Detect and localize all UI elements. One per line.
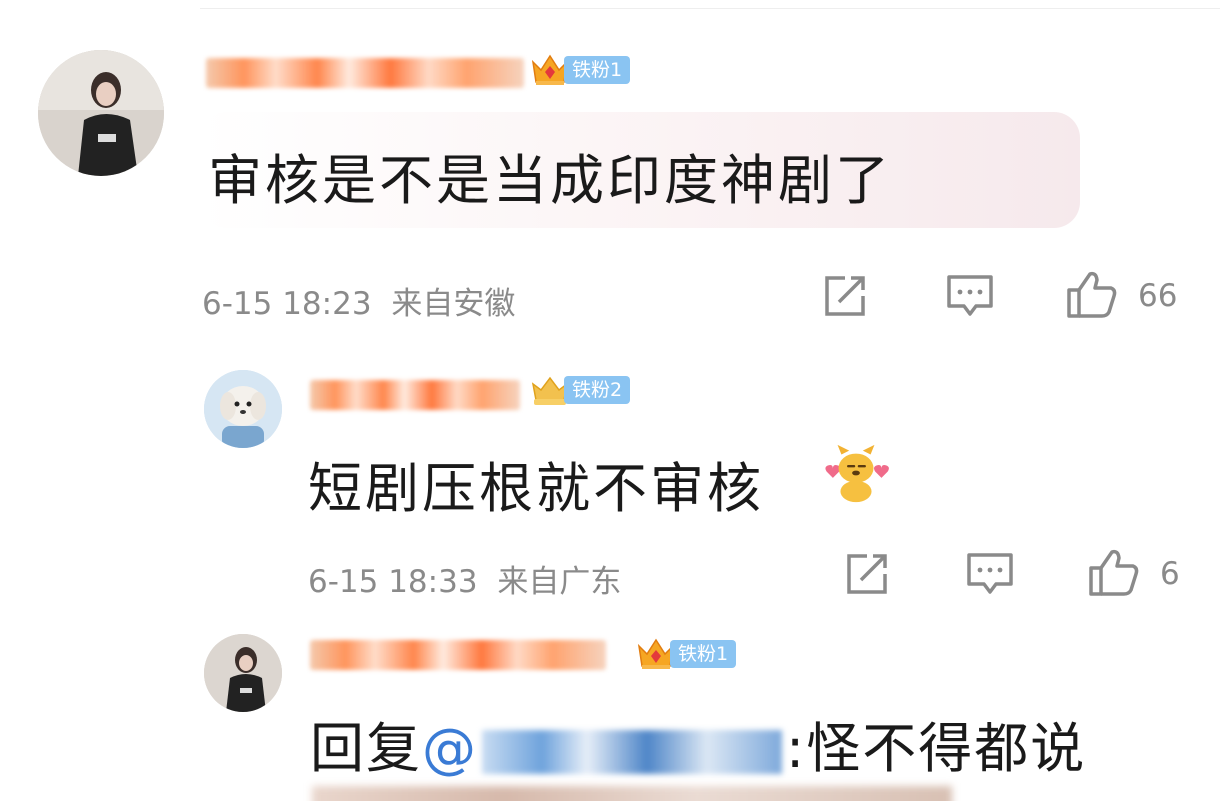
avatar[interactable] — [204, 634, 282, 712]
mention-link[interactable]: @ — [422, 717, 786, 780]
thumbs-up-icon[interactable] — [1088, 548, 1140, 598]
timestamp: 6-15 18:23 — [202, 286, 372, 322]
fan-badge[interactable]: 铁粉1 — [530, 52, 631, 88]
avatar-photo — [204, 370, 282, 448]
overflow-text-blurred — [312, 786, 952, 801]
comment-timestamp: 6-15 18:23 来自安徽 — [202, 278, 515, 323]
location: 来自安徽 — [391, 286, 516, 322]
comment-icon[interactable] — [946, 274, 994, 320]
dog-hearts-emoji — [825, 444, 889, 503]
username-blurred[interactable] — [310, 380, 520, 410]
divider — [200, 8, 1220, 9]
like-count: 6 — [1160, 556, 1180, 592]
comment-text: 审核是不是当成印度神剧了 — [208, 149, 892, 212]
comment-icon[interactable] — [966, 552, 1014, 598]
timestamp: 6-15 18:33 — [308, 564, 478, 600]
comment-text-body: 短剧压根就不审核 — [308, 457, 764, 520]
thumbs-up-icon[interactable] — [1066, 270, 1118, 320]
badge-label: 铁粉1 — [564, 56, 631, 84]
comment-timestamp: 6-15 18:33 来自广东 — [308, 556, 621, 601]
comment-thread: 铁粉1 审核是不是当成印度神剧了 6-15 18:23 来自安徽 66 铁粉2 … — [0, 0, 1220, 801]
like-count: 66 — [1138, 278, 1178, 314]
mention-at: @ — [422, 717, 478, 780]
mention-name-blurred — [482, 730, 782, 775]
avatar-photo — [204, 634, 282, 712]
username-blurred[interactable] — [206, 58, 524, 88]
fan-badge[interactable]: 铁粉1 — [636, 636, 737, 672]
share-icon[interactable] — [822, 274, 868, 318]
reply-prefix: 回复 — [310, 717, 422, 780]
reply-text: :怪不得都说 — [786, 717, 1087, 780]
badge-label: 铁粉1 — [670, 640, 737, 668]
avatar[interactable] — [38, 50, 164, 176]
comment-text: 回复@ :怪不得都说 — [310, 704, 1086, 783]
avatar-photo — [38, 50, 164, 176]
badge-label: 铁粉2 — [564, 376, 631, 404]
fan-badge[interactable]: 铁粉2 — [530, 372, 631, 408]
avatar[interactable] — [204, 370, 282, 448]
comment-text: 短剧压根就不审核 — [308, 444, 764, 523]
location: 来自广东 — [497, 564, 622, 600]
share-icon[interactable] — [844, 552, 890, 596]
username-blurred[interactable] — [310, 640, 606, 670]
